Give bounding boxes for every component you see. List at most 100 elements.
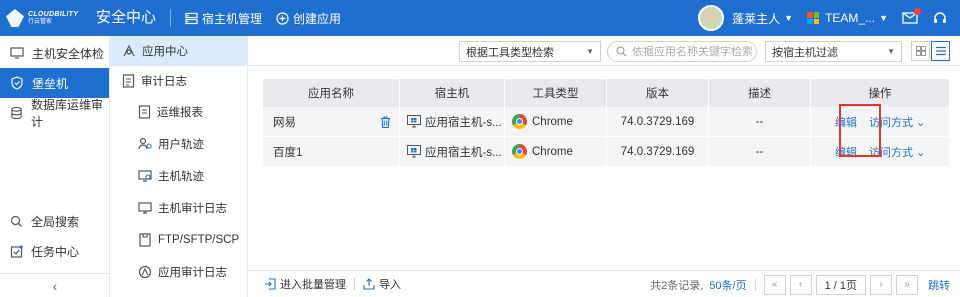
app-search-input[interactable] <box>632 45 752 58</box>
brand-name: CLOUDBILITY <box>28 11 79 18</box>
table-header: 应用名称 宿主机 工具类型 版本 描述 操作 <box>263 79 950 107</box>
host-management-label: 宿主机管理 <box>202 11 263 26</box>
subnav-item-label: 主机审计日志 <box>158 203 227 215</box>
sidebar-item-bastion[interactable]: 堡垒机 <box>0 68 109 98</box>
double-chevron-left-icon: « <box>771 279 778 290</box>
tool-type: Chrome <box>532 115 573 128</box>
batch-manage-button[interactable]: 进入批量管理 <box>264 276 346 292</box>
audit-log-icon <box>122 74 135 88</box>
subnav-item-label: 应用中心 <box>142 46 188 58</box>
subnav-item-user-track[interactable]: 用户轨迹 <box>110 128 247 160</box>
sidebar-item-host-check[interactable]: 主机安全体检 <box>0 38 109 68</box>
subnav-item-label: FTP/SFTP/SCP <box>158 234 240 246</box>
avatar[interactable] <box>698 5 725 31</box>
sidebar-item-label: 任务中心 <box>31 244 80 259</box>
windows-host-icon <box>407 115 421 128</box>
table-row[interactable]: 网易 应用宿主机-s... Chrome 74.0.3729.169 -- 编辑… <box>263 107 950 137</box>
edit-link[interactable]: 编辑 <box>835 114 857 130</box>
chevron-left-icon: ‹ <box>798 279 803 290</box>
task-icon <box>10 244 23 258</box>
tool-type-select[interactable]: 根据工具类型检索 ▼ <box>459 41 601 62</box>
tool-type-select-value: 根据工具类型检索 <box>466 46 554 59</box>
user-name[interactable]: 蓬莱主人 <box>732 10 780 27</box>
app-name: 网易 <box>273 116 296 129</box>
grid-view-button[interactable] <box>911 41 930 61</box>
notification-button[interactable] <box>902 8 921 25</box>
subnav-item-ftp[interactable]: FTP/SFTP/SCP <box>110 224 247 256</box>
subnav-item-label: 用户轨迹 <box>158 139 204 151</box>
subnav-item-label: 主机轨迹 <box>158 171 204 183</box>
version: 74.0.3729.169 <box>607 107 709 136</box>
subnav-item-label: 审计日志 <box>141 76 187 88</box>
plus-circle-icon <box>276 11 289 25</box>
last-page-button[interactable]: » <box>896 274 918 295</box>
chevron-right-icon: › <box>879 279 883 290</box>
chrome-icon <box>512 114 527 129</box>
subnav-item-host-audit-log[interactable]: 主机审计日志 <box>110 192 247 224</box>
first-page-button[interactable]: « <box>763 274 786 295</box>
subnav-item-ops-report[interactable]: 运维报表 <box>110 96 247 128</box>
import-label: 导入 <box>379 279 401 291</box>
brand-sub: 行云管家 <box>28 19 53 25</box>
batch-manage-label: 进入批量管理 <box>280 279 346 291</box>
chevron-down-icon: ▼ <box>586 47 594 56</box>
sidebar-item-label: 主机安全体检 <box>32 46 105 61</box>
access-method-dropdown[interactable]: 访问方式 ⌄ <box>869 144 925 160</box>
jump-button[interactable]: 跳转 <box>928 277 950 293</box>
subnav-item-app-center[interactable]: 应用中心 <box>110 36 247 66</box>
sidebar-item-label: 数据库运维审计 <box>31 98 104 129</box>
host-name: 应用宿主机-s... <box>425 146 502 159</box>
windows-host-icon <box>407 145 421 158</box>
app-center-icon <box>123 44 135 57</box>
column-header: 宿主机 <box>400 79 505 107</box>
chrome-icon <box>512 144 527 159</box>
subnav-item-host-track[interactable]: 主机轨迹 <box>110 160 247 192</box>
subnav-item-app-audit-log[interactable]: 应用审计日志 <box>110 256 247 288</box>
host-filter-select-value: 按宿主机过滤 <box>772 46 838 59</box>
host-filter-select[interactable]: 按宿主机过滤 ▼ <box>765 41 902 62</box>
database-icon <box>11 106 22 120</box>
headset-icon <box>934 12 946 23</box>
list-view-button[interactable] <box>931 41 950 61</box>
team-name[interactable]: TEAM_... <box>825 11 875 25</box>
subnav-item-label: 应用审计日志 <box>158 267 227 279</box>
chevron-down-icon[interactable]: ▼ <box>879 13 888 23</box>
access-method-label: 访问方式 <box>869 146 913 159</box>
access-method-dropdown[interactable]: 访问方式 ⌄ <box>869 114 925 130</box>
team-logo-icon <box>807 12 820 24</box>
search-icon <box>10 215 22 227</box>
chevron-down-icon: ⌄ <box>916 116 926 129</box>
enter-icon <box>265 278 276 290</box>
grid-icon <box>915 46 926 56</box>
pagination: 共2条记录, 50条/页 « ‹ 1 / 1页 › » 跳转 <box>650 271 960 297</box>
table-row[interactable]: 百度1 应用宿主机-s... Chrome 74.0.3729.169 -- 编… <box>263 137 950 167</box>
toolbar: 根据工具类型检索 ▼ 按宿主机过滤 ▼ <box>248 36 960 66</box>
subnav-item-label: 运维报表 <box>157 107 203 119</box>
server-icon <box>185 12 198 24</box>
create-app-button[interactable]: 创建应用 <box>276 10 341 27</box>
app-title[interactable]: 安全中心 <box>88 9 172 27</box>
sidebar-item-db-audit[interactable]: 数据库运维审计 <box>0 98 109 129</box>
import-button[interactable]: 导入 <box>363 276 401 292</box>
double-chevron-right-icon: » <box>904 279 910 290</box>
column-header: 版本 <box>607 79 709 107</box>
chevron-down-icon: ⌄ <box>916 146 926 159</box>
host-management-button[interactable]: 宿主机管理 <box>185 10 262 27</box>
sidebar-item-task-center[interactable]: 任务中心 <box>0 236 110 266</box>
next-page-button[interactable]: › <box>870 274 892 295</box>
trash-icon[interactable] <box>380 115 391 128</box>
page-size-select[interactable]: 50条/页 <box>709 277 746 293</box>
chevron-down-icon[interactable]: ▼ <box>784 13 793 23</box>
brand-logo[interactable]: CLOUDBILITY 行云管家 <box>0 9 88 27</box>
collapse-sidebar-button[interactable]: ‹ <box>0 273 110 297</box>
subnav-item-audit-log[interactable]: 审计日志 <box>110 66 247 96</box>
page-indicator[interactable]: 1 / 1页 <box>815 274 866 295</box>
app-search-box[interactable] <box>607 41 757 62</box>
logo-icon <box>6 9 24 27</box>
support-button[interactable] <box>932 10 948 26</box>
column-header: 应用名称 <box>263 79 400 107</box>
column-header: 描述 <box>709 79 811 107</box>
edit-link[interactable]: 编辑 <box>835 144 857 160</box>
sidebar-item-global-search[interactable]: 全局搜索 <box>0 206 110 236</box>
prev-page-button[interactable]: ‹ <box>789 274 812 295</box>
